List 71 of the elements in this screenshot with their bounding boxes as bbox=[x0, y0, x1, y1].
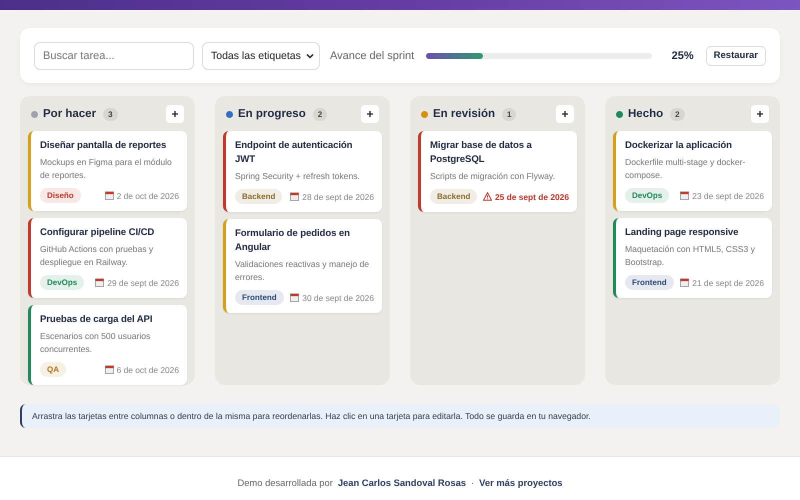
column-title: En progreso bbox=[238, 108, 306, 120]
column-title: Por hacer bbox=[43, 108, 96, 120]
calendar-icon bbox=[680, 278, 690, 287]
hint-message: Arrastra las tarjetas entre columnas o dentro de la misma para reordenarlas. Haz clic en una tarjeta para editarla. Todo se guarda en tu navegador. bbox=[20, 404, 780, 428]
tag-label: Backend bbox=[430, 189, 478, 204]
add-card-button[interactable]: + bbox=[751, 105, 769, 123]
column-title: Hecho bbox=[628, 108, 664, 120]
projects-link[interactable]: Ver más proyectos bbox=[479, 476, 563, 488]
add-card-button[interactable]: + bbox=[361, 105, 379, 123]
card-description: Scripts de migración con Flyway. bbox=[430, 170, 556, 183]
calendar-icon bbox=[290, 293, 300, 302]
due-date: 23 de sept de 2026 bbox=[680, 190, 764, 200]
tag-label: DevOps bbox=[625, 188, 670, 203]
card-count: 3 bbox=[103, 108, 118, 120]
task-card[interactable]: Configurar pipeline CI/CD GitHub Actions con pruebas y despliegue en Railway. DevOps 29 de sept de 2026 bbox=[28, 218, 187, 298]
card-count: 1 bbox=[502, 108, 516, 120]
calendar-icon bbox=[95, 278, 104, 287]
card-title: Pruebas de carga del API bbox=[40, 313, 154, 327]
due-date: 2 de oct de 2026 bbox=[104, 190, 179, 200]
tag-label: Frontend bbox=[235, 290, 284, 305]
card-description: Validaciones reactivas y manejo de errores. bbox=[235, 258, 370, 284]
tag-label: Frontend bbox=[625, 275, 674, 290]
due-date: 29 de sept de 2026 bbox=[95, 278, 179, 288]
calendar-icon bbox=[104, 191, 114, 200]
card-description: Dockerfile multi-stage y docker-compose. bbox=[625, 156, 746, 182]
task-card[interactable]: Diseñar pantalla de reportes Mockups en Figma para el módulo de reportes. Diseño 2 de oct de 2026 bbox=[28, 131, 187, 211]
card-count: 2 bbox=[670, 108, 685, 120]
calendar-icon bbox=[104, 365, 114, 374]
due-date: 25 de sept de 2026 bbox=[482, 192, 569, 202]
card-title: Diseñar pantalla de reportes bbox=[40, 139, 168, 153]
add-card-button[interactable]: + bbox=[556, 105, 574, 123]
task-card[interactable]: Formulario de pedidos en Angular Validaciones reactivas y manejo de errores. Frontend 30 de sept de 2026 bbox=[223, 219, 382, 313]
tag-label: Backend bbox=[235, 189, 282, 204]
separator-dot: · bbox=[471, 476, 474, 488]
due-date: 21 de sept de 2026 bbox=[680, 278, 764, 288]
credit-text: Demo desarrollada por bbox=[237, 476, 333, 488]
card-count: 2 bbox=[312, 108, 328, 120]
column-title: En revisión bbox=[433, 108, 495, 120]
tag-label: Diseño bbox=[40, 188, 81, 203]
card-description: Spring Security + refresh tokens. bbox=[235, 170, 361, 183]
tag-label: QA bbox=[40, 362, 66, 377]
card-title: Endpoint de autenticación JWT bbox=[235, 139, 354, 167]
due-date: 28 de sept de 2026 bbox=[290, 192, 374, 202]
calendar-icon bbox=[680, 191, 690, 200]
author-link[interactable]: Jean Carlos Sandoval Rosas bbox=[338, 476, 466, 488]
card-description: Mockups en Figma para el módulo de reportes. bbox=[40, 156, 173, 182]
due-date: 6 de oct de 2026 bbox=[104, 364, 179, 374]
tag-filter-dropdown[interactable]: Todas las etiquetas bbox=[202, 42, 320, 70]
card-description: Maquetación con HTML5, CSS3 y Bootstrap. bbox=[625, 243, 756, 269]
tag-label: DevOps bbox=[40, 275, 84, 290]
task-card[interactable]: Landing page responsive Maquetación con HTML5, CSS3 y Bootstrap. Frontend 21 de sept de 2026 bbox=[613, 218, 772, 298]
card-title: Migrar base de datos a PostgreSQL bbox=[430, 139, 533, 167]
progress-label: Avance del sprint bbox=[330, 50, 414, 62]
add-card-button[interactable]: + bbox=[166, 105, 184, 123]
search-field[interactable]: Buscar tarea... bbox=[34, 42, 194, 70]
due-date: 30 de sept de 2026 bbox=[290, 292, 374, 302]
task-card[interactable]: Pruebas de carga del API Escenarios con 500 usuarios concurrentes. QA 6 de oct de 2026 bbox=[28, 305, 187, 385]
card-title: Dockerizar la aplicación bbox=[625, 139, 733, 153]
task-card[interactable]: Dockerizar la aplicación Dockerfile multi-stage y docker-compose. DevOps 23 de sept de 2026 bbox=[613, 131, 772, 211]
task-card[interactable]: Migrar base de datos a PostgreSQL Scripts de migración con Flyway. Backend 25 de sept de 2026 bbox=[418, 131, 577, 212]
card-title: Formulario de pedidos en Angular bbox=[235, 227, 351, 255]
card-title: Landing page responsive bbox=[625, 226, 740, 240]
task-card[interactable]: Endpoint de autenticación JWT Spring Security + refresh tokens. Backend 28 de sept de 2026 bbox=[223, 131, 382, 212]
card-description: Escenarios con 500 usuarios concurrentes. bbox=[40, 330, 152, 356]
card-description: GitHub Actions con pruebas y despliegue en Railway. bbox=[40, 243, 154, 269]
progress-percent: 25% bbox=[672, 50, 694, 62]
card-title: Configurar pipeline CI/CD bbox=[40, 226, 156, 240]
chevron-down-icon bbox=[306, 52, 314, 58]
calendar-icon bbox=[290, 192, 300, 201]
reset-button[interactable]: Restaurar bbox=[706, 46, 766, 66]
warning-icon bbox=[482, 192, 492, 201]
